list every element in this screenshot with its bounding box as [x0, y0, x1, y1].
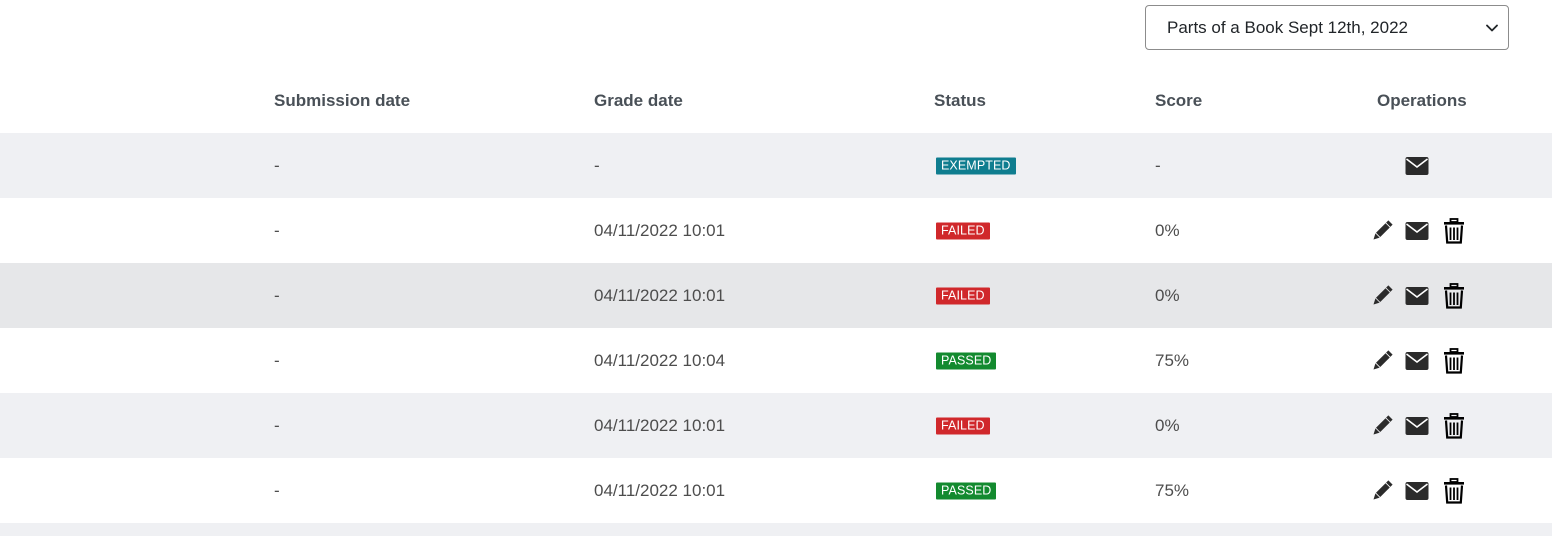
- grade-date-cell: 04/11/2022 10:01: [594, 480, 726, 500]
- table-row: - 04/11/2022 10:04 PASSED 75%: [0, 328, 1552, 393]
- submission-date-cell: -: [274, 285, 280, 305]
- header-operations: Operations: [1377, 90, 1467, 110]
- pencil-icon[interactable]: [1370, 348, 1394, 374]
- assignment-select-value: Parts of a Book Sept 12th, 2022: [1167, 17, 1408, 37]
- status-badge: PASSED: [936, 352, 997, 369]
- status-badge: PASSED: [936, 482, 997, 499]
- operations: [1370, 412, 1466, 439]
- grade-date-cell: 04/11/2022 10:01: [594, 220, 726, 240]
- envelope-icon[interactable]: [1405, 351, 1429, 371]
- table-row: - 04/11/2022 10:01 FAILED 0%: [0, 393, 1552, 458]
- trash-icon[interactable]: [1443, 217, 1465, 244]
- score-cell: 0%: [1155, 285, 1180, 305]
- grade-date-cell: 04/11/2022 10:04: [594, 350, 726, 370]
- table-row: - - EXEMPTED -: [0, 133, 1552, 198]
- pencil-icon[interactable]: [1370, 478, 1394, 504]
- score-cell: 75%: [1155, 350, 1190, 370]
- table-row: - 04/11/2022 10:01 FAILED 0%: [0, 263, 1552, 328]
- pencil-icon[interactable]: [1370, 218, 1394, 244]
- grade-date-cell: 04/11/2022 10:01: [594, 415, 726, 435]
- submission-date-cell: -: [274, 155, 280, 175]
- table-row: - 04/11/2022 10:01 PASSED 75%: [0, 458, 1552, 523]
- table-row: - 04/11/2022 10:01 FAILED 0%: [0, 198, 1552, 263]
- operations: [1370, 217, 1466, 244]
- page: Parts of a Book Sept 12th, 2022 Submissi…: [0, 0, 1552, 536]
- pencil-icon[interactable]: [1370, 413, 1394, 439]
- operations: [1370, 477, 1466, 504]
- submission-date-cell: -: [274, 220, 280, 240]
- score-cell: 0%: [1155, 415, 1180, 435]
- status-badge: FAILED: [936, 222, 990, 239]
- table-row-partial: [0, 523, 1552, 536]
- envelope-icon[interactable]: [1405, 156, 1429, 176]
- operations: [1405, 153, 1429, 179]
- trash-icon[interactable]: [1443, 282, 1465, 309]
- status-badge: FAILED: [936, 417, 990, 434]
- header-status: Status: [934, 90, 986, 110]
- chevron-down-icon: [1486, 21, 1500, 35]
- score-cell: 75%: [1155, 480, 1190, 500]
- grade-date-cell: 04/11/2022 10:01: [594, 285, 726, 305]
- trash-icon[interactable]: [1443, 347, 1465, 374]
- score-cell: 0%: [1155, 220, 1180, 240]
- header-submission-date: Submission date: [274, 90, 411, 110]
- submission-date-cell: -: [274, 415, 280, 435]
- trash-icon[interactable]: [1443, 477, 1465, 504]
- table-header: Submission date Grade date Status Score …: [0, 68, 1552, 133]
- results-table: Submission date Grade date Status Score …: [0, 68, 1552, 536]
- header-grade-date: Grade date: [594, 90, 683, 110]
- assignment-select[interactable]: Parts of a Book Sept 12th, 2022: [1145, 5, 1509, 50]
- grade-date-cell: -: [594, 155, 600, 175]
- status-badge: EXEMPTED: [936, 157, 1016, 174]
- envelope-icon[interactable]: [1405, 416, 1429, 436]
- operations: [1370, 347, 1466, 374]
- submission-date-cell: -: [274, 480, 280, 500]
- score-cell: -: [1155, 155, 1161, 175]
- envelope-icon[interactable]: [1405, 481, 1429, 501]
- pencil-icon[interactable]: [1370, 283, 1394, 309]
- trash-icon[interactable]: [1443, 412, 1465, 439]
- envelope-icon[interactable]: [1405, 221, 1429, 241]
- envelope-icon[interactable]: [1405, 286, 1429, 306]
- status-badge: FAILED: [936, 287, 990, 304]
- header-score: Score: [1155, 90, 1203, 110]
- submission-date-cell: -: [274, 350, 280, 370]
- operations: [1370, 282, 1466, 309]
